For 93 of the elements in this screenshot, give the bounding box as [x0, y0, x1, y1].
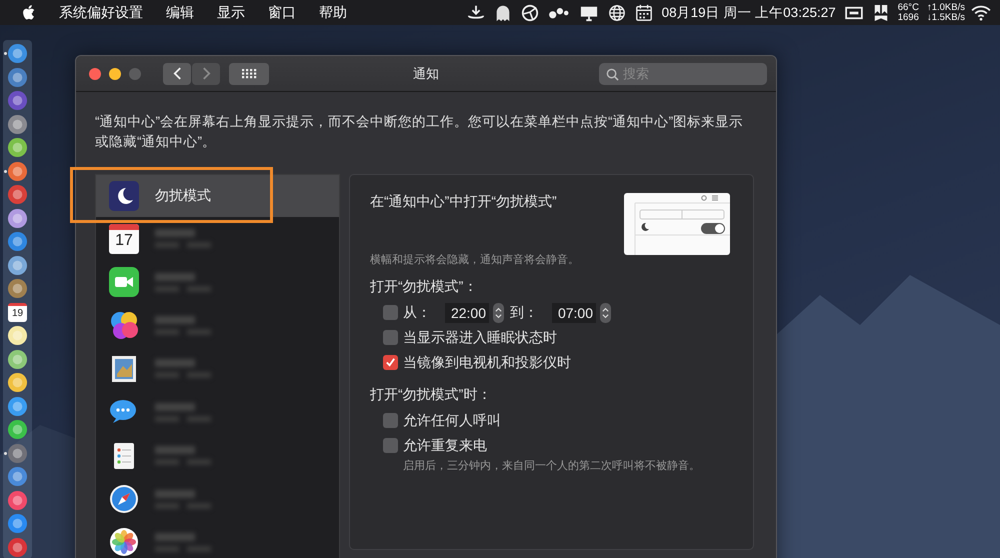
app-icon[interactable]	[7, 348, 28, 370]
option-label: 当镜像到电视机和投影仪时	[403, 354, 571, 372]
app-list-item[interactable]: 17	[96, 217, 339, 260]
checkbox[interactable]	[383, 413, 398, 428]
intro-text: “通知中心”会在屏幕右上角显示提示，而不会中断您的工作。您可以在菜单栏中点按“通知中心”图标来显示或隐藏“通知中心”。	[95, 113, 744, 151]
blurred-text-drawing	[155, 359, 211, 378]
app-list-item[interactable]: 勿扰模式	[96, 175, 339, 217]
bubbles-icon	[109, 310, 139, 340]
stepper[interactable]	[600, 302, 611, 322]
checkbox[interactable]	[383, 355, 398, 370]
menu-item[interactable]: 帮助	[319, 4, 347, 22]
app-icon[interactable]	[7, 231, 28, 252]
menu-bar-clock[interactable]: 08月19日 周一 上午03:25:27	[662, 4, 836, 22]
option-note: 启用后，三分钟内，来自同一个人的第二次呼叫将不被静音。	[402, 458, 701, 473]
app-icon[interactable]	[7, 208, 28, 229]
app-icon[interactable]	[7, 419, 28, 440]
window-title: 通知	[412, 64, 440, 82]
app-icon[interactable]	[7, 160, 28, 182]
app-icon[interactable]	[7, 372, 28, 394]
minimize-button[interactable]	[109, 68, 121, 80]
menu-item[interactable]: 系统偏好设置	[59, 4, 143, 22]
panel-heading: 在“通知中心”中打开“勿扰模式”	[370, 193, 558, 211]
app-name: 勿扰模式	[155, 187, 211, 205]
time-field[interactable]: 22:00	[445, 302, 489, 322]
close-button[interactable]	[89, 68, 101, 80]
circle-logo-icon[interactable]	[520, 4, 539, 22]
moon-icon	[109, 181, 139, 211]
option-label: 允许重复来电	[403, 436, 487, 454]
app-icon[interactable]	[7, 466, 28, 488]
app-icon[interactable]	[7, 325, 28, 346]
hint-text: 横幅和提示将会隐藏，通知声音将会静音。	[370, 252, 579, 267]
calendar-app-icon: 17	[109, 224, 139, 254]
show-all-button[interactable]	[229, 62, 269, 84]
grid-icon	[241, 68, 257, 78]
stepper[interactable]	[493, 302, 504, 322]
network-rate: ↑1.0KB/s	[926, 2, 965, 12]
apple-logo-icon[interactable]	[22, 5, 35, 20]
compass-icon	[109, 484, 139, 514]
display-icon[interactable]	[578, 4, 599, 22]
up-down-arrows-icon	[495, 306, 502, 320]
option-label: 允许任何人呼叫	[403, 412, 501, 430]
menu-item[interactable]: 显示	[217, 4, 245, 22]
up-down-arrows-icon	[602, 306, 609, 320]
checkmark-icon	[385, 357, 396, 368]
app-icon[interactable]	[7, 184, 28, 206]
blurred-text-drawing	[155, 446, 211, 466]
section-title: 打开“勿扰模式”时：	[370, 386, 492, 404]
calendar-icon[interactable]	[634, 4, 653, 22]
app-icon[interactable]	[7, 114, 28, 135]
time-field[interactable]: 07:00	[552, 302, 596, 322]
bookmark-icon[interactable]	[872, 4, 889, 22]
app-icon[interactable]	[7, 490, 28, 511]
ghost-icon[interactable]	[494, 4, 512, 22]
stat-label: 66°C	[898, 2, 919, 12]
stat-label: 1696	[898, 12, 919, 22]
app-icon[interactable]	[7, 137, 28, 158]
checkbox[interactable]	[383, 438, 398, 453]
from-label: 从：	[403, 304, 431, 322]
back-button[interactable]	[163, 62, 191, 84]
forward-button[interactable]	[192, 62, 220, 84]
app-icon[interactable]	[7, 278, 28, 300]
chevron-right-icon	[202, 67, 210, 80]
blurred-text-drawing	[155, 272, 211, 292]
checkbox[interactable]	[383, 305, 398, 320]
network-rate: ↓1.5KB/s	[926, 12, 965, 22]
globe-icon[interactable]	[608, 4, 626, 22]
menu-item[interactable]: 编辑	[166, 4, 194, 22]
blurred-text-drawing	[155, 402, 211, 422]
blurred-text-drawing	[155, 532, 211, 552]
blurred-text-drawing	[155, 316, 211, 335]
app-icon[interactable]	[7, 513, 28, 534]
app-icon[interactable]	[7, 254, 28, 276]
calendar-app-icon[interactable]: 19	[8, 302, 27, 322]
app-icon[interactable]	[7, 90, 28, 112]
blurred-text-drawing	[155, 229, 211, 248]
app-icon[interactable]	[7, 396, 28, 417]
app-icon[interactable]	[7, 442, 28, 464]
download-tray-icon[interactable]	[466, 4, 485, 22]
section-title: 打开“勿扰模式”：	[370, 278, 478, 296]
search-icon	[606, 68, 619, 80]
menu-item[interactable]: 窗口	[268, 4, 296, 22]
photo-stamp-icon	[109, 354, 139, 384]
chevron-left-icon	[172, 67, 182, 80]
to-label: 到：	[510, 304, 538, 322]
app-icon[interactable]	[7, 66, 28, 88]
flower-icon	[109, 527, 139, 558]
screen-frame-icon[interactable]	[844, 6, 864, 20]
checkbox[interactable]	[383, 330, 398, 345]
option-label: 当显示器进入睡眠状态时	[403, 328, 557, 346]
app-icon[interactable]	[7, 43, 28, 64]
video-camera-icon	[109, 267, 139, 298]
blurred-text-drawing	[155, 490, 211, 509]
wifi-icon[interactable]	[971, 4, 991, 20]
